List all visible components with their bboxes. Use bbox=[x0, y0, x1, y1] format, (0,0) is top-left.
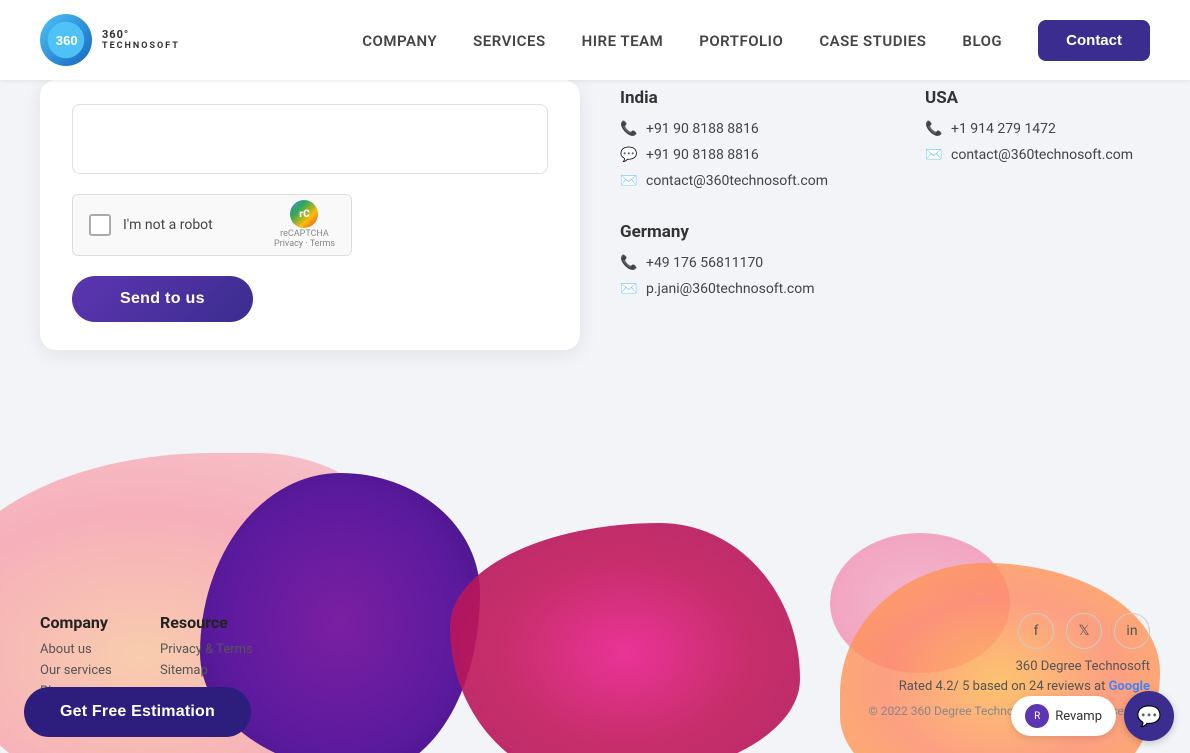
india-email: ✉️ contact@360technosoft.com bbox=[620, 172, 865, 190]
logo-icon: 360 bbox=[40, 14, 92, 66]
email-icon: ✉️ bbox=[620, 172, 638, 190]
svg-text:360: 360 bbox=[56, 33, 78, 48]
contact-india: India 📞 +91 90 8188 8816 💬 +91 90 8188 8… bbox=[620, 88, 865, 198]
usa-label: USA bbox=[925, 88, 1170, 108]
usa-phone-text: +1 914 279 1472 bbox=[951, 121, 1056, 137]
nav-portfolio[interactable]: PORTFOLIO bbox=[699, 32, 783, 50]
facebook-icon[interactable]: f bbox=[1018, 613, 1054, 649]
india-email-text: contact@360technosoft.com bbox=[646, 173, 828, 189]
usa-email-icon: ✉️ bbox=[925, 146, 943, 164]
usa-email: ✉️ contact@360technosoft.com bbox=[925, 146, 1170, 164]
twitter-icon[interactable]: 𝕏 bbox=[1066, 613, 1102, 649]
captcha-box[interactable]: I'm not a robot rC reCAPTCHAPrivacy · Te… bbox=[72, 194, 352, 256]
footer-privacy[interactable]: Privacy & Terms bbox=[160, 642, 280, 657]
nav-blog[interactable]: BLOG bbox=[962, 32, 1002, 50]
recaptcha-icon: rC bbox=[290, 200, 318, 228]
revamp-widget[interactable]: R Revamp bbox=[1011, 696, 1116, 736]
india-label: India bbox=[620, 88, 865, 108]
contact-row-1: India 📞 +91 90 8188 8816 💬 +91 90 8188 8… bbox=[620, 88, 1170, 198]
captcha-checkbox[interactable] bbox=[89, 214, 111, 236]
rating-company: 360 Degree Technosoft bbox=[1016, 659, 1150, 674]
revamp-label: Revamp bbox=[1055, 709, 1102, 724]
navbar: 360 360° TECHNOSOFT COMPANY SERVICES HIR… bbox=[0, 0, 1190, 80]
chat-bubble[interactable]: 💬 bbox=[1124, 691, 1174, 741]
message-textarea[interactable] bbox=[72, 104, 548, 174]
logo-subtext: TECHNOSOFT bbox=[102, 41, 180, 52]
germany-phone-icon: 📞 bbox=[620, 254, 638, 272]
recaptcha-text: reCAPTCHAPrivacy · Terms bbox=[274, 230, 335, 250]
linkedin-icon[interactable]: in bbox=[1114, 613, 1150, 649]
germany-phone: 📞 +49 176 56811170 bbox=[620, 254, 1170, 272]
germany-phone-text: +49 176 56811170 bbox=[646, 255, 763, 271]
footer-about[interactable]: About us bbox=[40, 642, 160, 657]
captcha-label: I'm not a robot bbox=[123, 217, 262, 233]
contact-row-2: Germany 📞 +49 176 56811170 ✉️ p.jani@360… bbox=[620, 222, 1170, 306]
chat-icon: 💬 bbox=[1137, 704, 1162, 728]
usa-email-text: contact@360technosoft.com bbox=[951, 147, 1133, 163]
india-whatsapp: 💬 +91 90 8188 8816 bbox=[620, 146, 865, 164]
nav-hire-team[interactable]: HIRE TEAM bbox=[582, 32, 664, 50]
logo: 360 360° TECHNOSOFT bbox=[40, 14, 180, 66]
india-phone2-text: +91 90 8188 8816 bbox=[646, 147, 759, 163]
revamp-icon: R bbox=[1025, 704, 1049, 728]
nav-case-studies[interactable]: CASE STUDIES bbox=[819, 32, 926, 50]
phone-icon: 📞 bbox=[620, 120, 638, 138]
contact-germany: Germany 📞 +49 176 56811170 ✉️ p.jani@360… bbox=[620, 222, 1170, 306]
footer-sitemap[interactable]: Sitemap bbox=[160, 663, 280, 678]
germany-email: ✉️ p.jani@360technosoft.com bbox=[620, 280, 1170, 298]
textarea-wrapper bbox=[72, 104, 548, 178]
nav-company[interactable]: COMPANY bbox=[362, 32, 437, 50]
free-estimation-button[interactable]: Get Free Estimation bbox=[24, 687, 251, 737]
nav-links: COMPANY SERVICES HIRE TEAM PORTFOLIO CAS… bbox=[362, 31, 1002, 50]
bottom-right-widgets: R Revamp 💬 bbox=[1011, 691, 1174, 741]
germany-email-icon: ✉️ bbox=[620, 280, 638, 298]
captcha-logo: rC reCAPTCHAPrivacy · Terms bbox=[274, 200, 335, 250]
send-button[interactable]: Send to us bbox=[72, 276, 253, 322]
germany-label: Germany bbox=[620, 222, 1170, 242]
content-area: I'm not a robot rC reCAPTCHAPrivacy · Te… bbox=[0, 80, 1190, 753]
footer-resource-heading: Resource bbox=[160, 613, 280, 632]
contact-usa: USA 📞 +1 914 279 1472 ✉️ contact@360tech… bbox=[925, 88, 1170, 198]
usa-phone-icon: 📞 bbox=[925, 120, 943, 138]
contact-button[interactable]: Contact bbox=[1038, 20, 1150, 61]
whatsapp-icon: 💬 bbox=[620, 146, 638, 164]
logo-text: 360° bbox=[102, 28, 180, 41]
india-phone1: 📞 +91 90 8188 8816 bbox=[620, 120, 865, 138]
india-phone1-text: +91 90 8188 8816 bbox=[646, 121, 759, 137]
germany-email-text: p.jani@360technosoft.com bbox=[646, 281, 815, 297]
footer-resource-col: Resource Privacy & Terms Sitemap bbox=[160, 613, 280, 684]
form-card: I'm not a robot rC reCAPTCHAPrivacy · Te… bbox=[40, 80, 580, 350]
nav-services[interactable]: SERVICES bbox=[473, 32, 545, 50]
contact-info: India 📞 +91 90 8188 8816 💬 +91 90 8188 8… bbox=[620, 80, 1170, 338]
usa-phone: 📞 +1 914 279 1472 bbox=[925, 120, 1170, 138]
footer-company-heading: Company bbox=[40, 613, 160, 632]
social-icons: f 𝕏 in bbox=[1018, 613, 1150, 649]
footer-services[interactable]: Our services bbox=[40, 663, 160, 678]
